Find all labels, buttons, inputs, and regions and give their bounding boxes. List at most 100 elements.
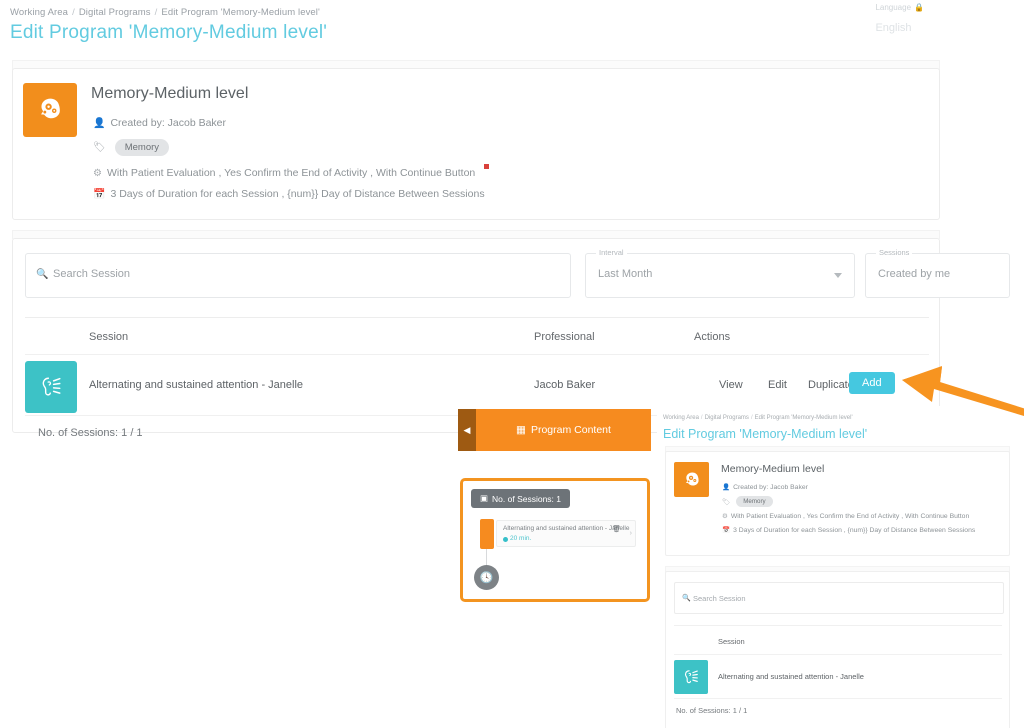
- program-created-by: 👤 Created by: Jacob Baker: [93, 117, 226, 129]
- mini-breadcrumb-item-1: Digital Programs: [704, 415, 749, 421]
- mini-breadcrumb-item-2: Edit Program 'Memory-Medium level': [754, 415, 853, 421]
- ear-sound-waves-icon: [25, 361, 77, 413]
- search-icon: 🔍: [36, 269, 49, 280]
- session-name: Alternating and sustained attention - Ja…: [89, 379, 304, 391]
- duplicate-button[interactable]: Duplicate: [808, 379, 854, 391]
- chevron-down-icon[interactable]: [834, 273, 842, 278]
- sessions-filter-value: Created by me: [878, 268, 951, 280]
- activity-card[interactable]: Alternating and sustained attention - Ja…: [496, 520, 636, 547]
- mini-program-header-card: Memory-Medium level 👤 Created by: Jacob …: [665, 451, 1010, 556]
- brain-gears-icon: [23, 83, 77, 137]
- breadcrumb-separator: /: [72, 7, 75, 18]
- mini-breadcrumb-item-0: Working Area: [663, 415, 699, 421]
- mini-breadcrumb-separator: /: [750, 415, 753, 421]
- search-icon: 🔍: [682, 595, 691, 602]
- divider: [674, 625, 1002, 626]
- program-tag-row: 🏷 Memory: [93, 139, 170, 156]
- program-options-row: ⚙ With Patient Evaluation , Yes Confirm …: [93, 167, 475, 179]
- chevron-left-icon[interactable]: ◀: [458, 409, 476, 451]
- mini-column-header-session: Session: [718, 637, 745, 646]
- view-button[interactable]: View: [719, 379, 743, 391]
- breadcrumb-item-digital-programs[interactable]: Digital Programs: [79, 7, 151, 18]
- mini-options-row: ⚙ With Patient Evaluation , Yes Confirm …: [722, 512, 970, 521]
- activity-card-title: Alternating and sustained attention - Ja…: [503, 525, 630, 532]
- lock-icon: 🔒: [914, 3, 924, 12]
- program-tag-pill[interactable]: Memory: [114, 139, 170, 156]
- mini-program-name: Memory-Medium level: [721, 463, 825, 475]
- program-content-label-wrap: ▦ Program Content: [476, 424, 651, 436]
- tag-icon: 🏷: [722, 498, 731, 506]
- mini-created-by: 👤 Created by: Jacob Baker: [722, 483, 808, 492]
- sessions-count-badge: ▣ No. of Sessions: 1: [471, 489, 571, 508]
- sessions-legend: Sessions: [876, 248, 913, 257]
- edit-button[interactable]: Edit: [768, 379, 787, 391]
- language-value[interactable]: English: [875, 22, 924, 34]
- red-marker-dot: [484, 164, 489, 169]
- sessions-filter-select[interactable]: Sessions Created by me: [865, 248, 1010, 298]
- mini-sessions-panel: 🔍 Search Session Session Alternating and…: [665, 571, 1010, 728]
- mini-tag-row: 🏷 Memory: [722, 496, 773, 507]
- calendar-icon: 📅: [722, 527, 731, 534]
- user-icon: 👤: [722, 484, 731, 491]
- sliders-icon: ⚙: [93, 167, 102, 179]
- interval-select[interactable]: Interval Last Month: [585, 248, 855, 298]
- mini-breadcrumb: Working Area / Digital Programs / Edit Progr…: [663, 415, 853, 421]
- language-label: Language 🔒: [875, 3, 924, 12]
- mini-created-by-text: Created by: Jacob Baker: [733, 483, 808, 491]
- column-header-session: Session: [89, 331, 129, 343]
- divider: [25, 317, 929, 318]
- tag-icon: 🏷: [93, 142, 106, 153]
- user-icon: 👤: [93, 117, 106, 129]
- divider: [674, 654, 1002, 655]
- clock-icon: 🕓: [479, 572, 494, 584]
- column-header-actions: Actions: [694, 331, 731, 343]
- mini-sessions-count-footer: No. of Sessions: 1 / 1: [676, 706, 748, 715]
- chevron-right-icon[interactable]: ›: [630, 530, 632, 537]
- duration-dot-icon: [503, 537, 508, 542]
- program-header-card: Memory-Medium level 👤 Created by: Jacob …: [12, 68, 940, 220]
- breadcrumb-item-current: Edit Program 'Memory-Medium level': [161, 7, 320, 18]
- mini-search-session-field[interactable]: 🔍 Search Session: [674, 582, 1004, 614]
- mini-schedule-row: 📅 3 Days of Duration for each Session , …: [722, 526, 976, 535]
- program-options-text: With Patient Evaluation , Yes Confirm th…: [106, 167, 476, 179]
- program-schedule-row: 📅 3 Days of Duration for each Session , …: [93, 188, 485, 200]
- sessions-count-footer: No. of Sessions: 1 / 1: [38, 427, 143, 439]
- breadcrumb-separator: /: [154, 7, 158, 18]
- session-node-bar[interactable]: [480, 519, 494, 549]
- sessions-count-badge-label: No. of Sessions: 1: [492, 493, 562, 504]
- add-time-button[interactable]: 🕓: [474, 565, 499, 590]
- mini-schedule-text: 3 Days of Duration for each Session , {n…: [733, 526, 976, 534]
- mini-preview-panel: Working Area / Digital Programs / Edit Progr…: [657, 406, 1024, 728]
- mini-page-title: Edit Program 'Memory-Medium level': [663, 427, 868, 441]
- mini-tag-pill: Memory: [736, 496, 773, 507]
- program-content-label: Program Content: [530, 424, 611, 436]
- interval-value: Last Month: [598, 268, 653, 280]
- language-selector[interactable]: Language 🔒 English: [875, 3, 924, 34]
- program-created-by-text: Created by: Jacob Baker: [110, 117, 227, 129]
- sessions-panel: 🔍 Search Session Interval Last Month Ses…: [12, 238, 1010, 439]
- mini-breadcrumb-separator: /: [700, 415, 703, 421]
- breadcrumb: Working Area / Digital Programs / Edit Progr…: [10, 7, 320, 18]
- program-content-bar[interactable]: ◀ ▦ Program Content: [458, 409, 651, 451]
- search-input-placeholder[interactable]: Search Session: [53, 268, 130, 280]
- column-header-professional: Professional: [534, 331, 595, 343]
- add-button[interactable]: Add: [849, 372, 895, 394]
- breadcrumb-item-working-area[interactable]: Working Area: [10, 7, 68, 18]
- trash-icon[interactable]: 🗑: [612, 525, 621, 533]
- calendar-icon: ▣: [480, 493, 489, 503]
- activity-card-duration: 20 min.: [510, 535, 532, 542]
- mini-options-text: With Patient Evaluation , Yes Confirm th…: [730, 512, 970, 520]
- program-schedule-text: 3 Days of Duration for each Session , {n…: [110, 188, 485, 200]
- grid-icon: ▦: [516, 424, 526, 436]
- mini-search-placeholder: Search Session: [693, 594, 746, 603]
- session-professional: Jacob Baker: [534, 379, 596, 391]
- brain-gears-icon: [674, 462, 709, 497]
- program-content-panel: ▣ No. of Sessions: 1 Alternating and sus…: [460, 478, 650, 602]
- search-session-field[interactable]: 🔍 Search Session: [25, 253, 571, 298]
- calendar-icon: 📅: [93, 188, 106, 200]
- page-title: Edit Program 'Memory-Medium level': [10, 22, 328, 43]
- mini-session-name: Alternating and sustained attention - Ja…: [718, 672, 864, 681]
- ear-sound-waves-icon: [674, 660, 708, 694]
- divider: [674, 698, 1002, 699]
- program-name: Memory-Medium level: [91, 85, 249, 102]
